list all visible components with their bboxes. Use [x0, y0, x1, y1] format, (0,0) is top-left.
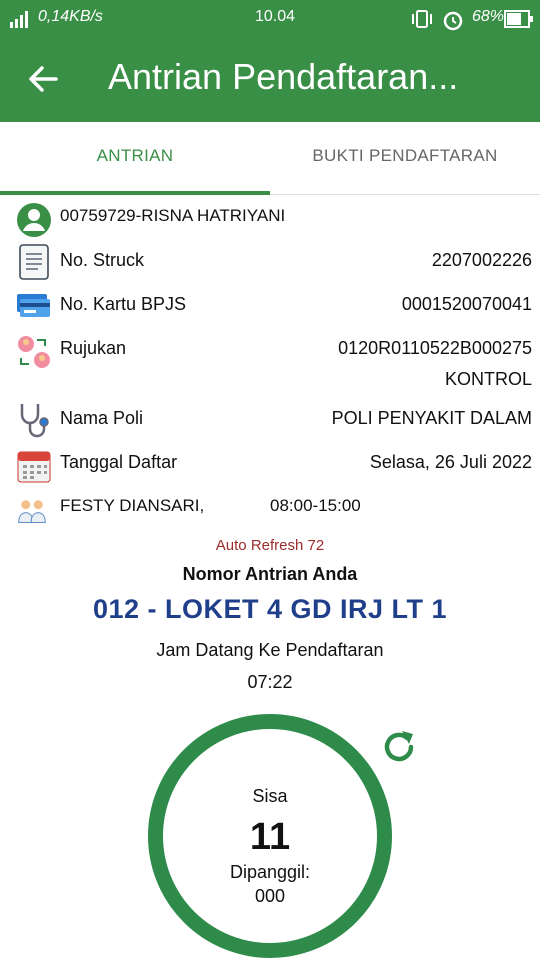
referral-swap-icon: [18, 336, 50, 368]
person-avatar-icon: [17, 203, 51, 237]
tanggal-value: Selasa, 26 Juli 2022: [369, 452, 532, 472]
bpjs-label: No. Kartu BPJS: [60, 294, 187, 314]
queue-heading: Nomor Antrian Anda: [182, 564, 358, 584]
calendar-icon: [17, 451, 51, 483]
called-label: Dipanggil:: [229, 862, 311, 882]
tab-bar: ANTRIAN BUKTI PENDAFTARAN: [0, 122, 540, 195]
signal-icon: [10, 11, 28, 28]
auto-refresh-text: Auto Refresh 72: [215, 537, 325, 554]
poli-label: Nama Poli: [60, 408, 144, 428]
called-value: 000: [254, 886, 286, 906]
rujukan-label: Rujukan: [60, 338, 127, 358]
sisa-label: Sisa: [252, 786, 288, 806]
poli-row: Nama Poli POLI PENYAKIT DALAM: [0, 400, 540, 444]
back-arrow-icon[interactable]: [26, 62, 60, 96]
sisa-value: 11: [249, 816, 291, 858]
tanggal-label: Tanggal Daftar: [60, 452, 178, 472]
dokter-row: FESTY DIANSARI, 08:00-15:00: [0, 488, 540, 532]
dokter-name: FESTY DIANSARI,: [60, 496, 205, 515]
rujukan-type: KONTROL: [444, 369, 532, 389]
rujukan-row: Rujukan 0120R0110522B000275 KONTROL: [0, 330, 540, 396]
refresh-icon[interactable]: [380, 728, 418, 766]
vibrate-icon: [412, 10, 432, 28]
queue-number: 012 - LOKET 4 GD IRJ LT 1: [92, 594, 448, 624]
clock: 10.04: [255, 8, 296, 25]
page-title: Antrian Pendaftaran...: [108, 56, 459, 97]
struck-value: 2207002226: [431, 250, 532, 270]
struck-label: No. Struck: [60, 250, 145, 270]
arrival-time: 07:22: [247, 672, 293, 692]
tab-indicator: [0, 191, 270, 195]
alarm-icon: [443, 11, 463, 31]
poli-value: POLI PENYAKIT DALAM: [331, 408, 532, 428]
doctors-icon: [18, 500, 46, 523]
tanggal-row: Tanggal Daftar Selasa, 26 Juli 2022: [0, 444, 540, 488]
tab-antrian[interactable]: ANTRIAN: [0, 122, 270, 194]
stethoscope-icon: [20, 404, 49, 438]
bpjs-value: 0001520070041: [401, 294, 532, 314]
tab-bukti-pendaftaran[interactable]: BUKTI PENDAFTARAN: [270, 122, 540, 194]
battery-icon: [504, 10, 533, 28]
battery-level: 68%: [472, 8, 505, 25]
network-speed: 0,14KB/s: [38, 8, 103, 25]
struck-row: No. Struck 2207002226: [0, 242, 540, 286]
status-bar: 0,14KB/s 10.04 68%: [0, 0, 540, 38]
rujukan-value: 0120R0110522B000275: [338, 338, 532, 358]
app-bar: Antrian Pendaftaran...: [0, 38, 540, 122]
receipt-icon: [19, 244, 49, 280]
arrival-label: Jam Datang Ke Pendaftaran: [156, 640, 384, 660]
patient-row: 00759729-RISNA HATRIYANI: [0, 198, 540, 242]
bpjs-row: No. Kartu BPJS 0001520070041: [0, 286, 540, 330]
patient-name: 00759729-RISNA HATRIYANI: [60, 206, 286, 225]
dokter-hours: 08:00-15:00: [270, 496, 361, 515]
id-cards-icon: [17, 294, 50, 317]
